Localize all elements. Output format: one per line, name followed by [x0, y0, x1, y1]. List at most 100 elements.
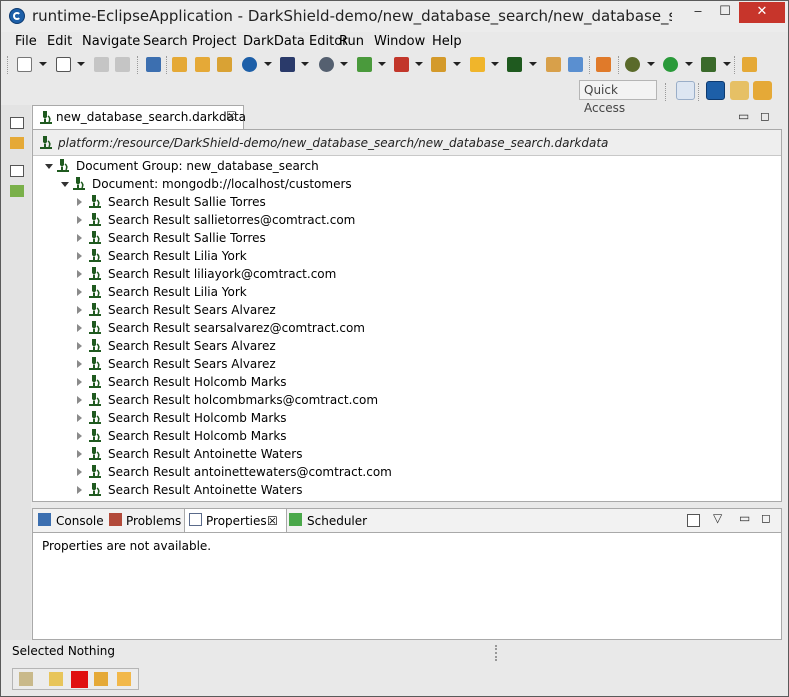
open-folder-icon[interactable] [742, 57, 757, 72]
chevron-down-icon[interactable] [378, 62, 386, 66]
collapsed-twisty-icon[interactable] [77, 288, 82, 296]
stop-icon[interactable] [71, 671, 88, 688]
cube-icon[interactable] [394, 57, 409, 72]
tree-node-search-result[interactable]: Search Result searsalvarez@comtract.com [33, 319, 773, 337]
tree-node-search-result[interactable]: Search Result Sallie Torres [33, 193, 773, 211]
new-file-icon[interactable] [17, 57, 32, 72]
tab-problems[interactable]: Problems [105, 509, 184, 532]
restore-icon[interactable] [10, 165, 24, 177]
collapsed-twisty-icon[interactable] [77, 432, 82, 440]
menu-search[interactable]: Search [143, 34, 188, 49]
collapsed-twisty-icon[interactable] [77, 450, 82, 458]
expanded-twisty-icon[interactable] [61, 182, 69, 187]
tree-node-search-result[interactable]: Search Result holcombmarks@comtract.com [33, 391, 773, 409]
collapsed-twisty-icon[interactable] [77, 378, 82, 386]
collapsed-twisty-icon[interactable] [77, 198, 82, 206]
open-perspective-icon[interactable] [676, 81, 695, 100]
collapsed-twisty-icon[interactable] [77, 324, 82, 332]
stack-icon[interactable] [357, 57, 372, 72]
tools-icon[interactable] [546, 57, 561, 72]
maximize-button[interactable]: ☐ [712, 2, 738, 23]
collapsed-twisty-icon[interactable] [77, 414, 82, 422]
collapsed-twisty-icon[interactable] [77, 486, 82, 494]
debug-icon[interactable] [625, 57, 640, 72]
open-folder-icon[interactable] [217, 57, 232, 72]
save-all-icon[interactable] [115, 57, 130, 72]
close-icon[interactable]: ☒ [267, 514, 278, 528]
status-grip[interactable] [495, 645, 499, 661]
tree-node-document-group[interactable]: Document Group: new_database_search [33, 157, 773, 175]
chevron-down-icon[interactable] [529, 62, 537, 66]
collapsed-twisty-icon[interactable] [77, 360, 82, 368]
tree-node-search-result[interactable]: Search Result Sears Alvarez [33, 355, 773, 373]
save-icon[interactable] [94, 57, 109, 72]
quick-access-input[interactable]: Quick Access [579, 80, 657, 115]
outline-icon[interactable] [10, 185, 24, 197]
menu-project[interactable]: Project [192, 34, 236, 49]
collapsed-twisty-icon[interactable] [77, 252, 82, 260]
chevron-down-icon[interactable] [647, 62, 655, 66]
chevron-down-icon[interactable] [264, 62, 272, 66]
tree-node-search-result[interactable]: Search Result Sallie Torres [33, 229, 773, 247]
chevron-down-icon[interactable] [415, 62, 423, 66]
menu-navigate[interactable]: Navigate [82, 34, 140, 49]
close-button[interactable]: ✕ [739, 2, 785, 23]
bomb-icon[interactable] [319, 57, 334, 72]
pin-view-icon[interactable] [687, 514, 700, 527]
darkshield-perspective-icon[interactable] [706, 81, 725, 100]
move-icon[interactable] [568, 57, 583, 72]
terminal-icon[interactable] [146, 57, 161, 72]
darkshield-icon[interactable] [242, 57, 257, 72]
view-menu-icon[interactable]: ▽ [713, 511, 722, 525]
tree-node-search-result[interactable]: Search Result Antoinette Waters [33, 445, 773, 463]
tab-console[interactable]: Console [33, 509, 105, 532]
chevron-down-icon[interactable] [77, 62, 85, 66]
chevron-down-icon[interactable] [491, 62, 499, 66]
resource-perspective-icon[interactable] [753, 81, 772, 100]
chevron-down-icon[interactable] [685, 62, 693, 66]
wizard-icon[interactable] [280, 57, 295, 72]
collapsed-twisty-icon[interactable] [77, 468, 82, 476]
tab-properties[interactable]: Properties ☒ [184, 509, 287, 532]
chevron-down-icon[interactable] [723, 62, 731, 66]
chevron-down-icon[interactable] [340, 62, 348, 66]
diamond-icon[interactable] [596, 57, 611, 72]
menu-file[interactable]: File [15, 34, 37, 49]
collapsed-twisty-icon[interactable] [77, 342, 82, 350]
menu-edit[interactable]: Edit [47, 34, 72, 49]
tree-node-search-result[interactable]: Search Result antoinettewaters@comtract.… [33, 463, 773, 481]
microscope-icon[interactable] [507, 57, 522, 72]
tree-node-search-result[interactable]: Search Result Antoinette Waters [33, 481, 773, 499]
book-icon[interactable] [49, 672, 63, 686]
minimize-view-icon[interactable]: ▭ [738, 109, 749, 123]
maximize-view-icon[interactable]: ◻ [760, 109, 770, 123]
tab-scheduler[interactable]: Scheduler [285, 509, 367, 532]
graduation-cap-icon[interactable] [94, 672, 108, 686]
menu-run[interactable]: Run [339, 34, 364, 49]
close-icon[interactable]: ☒ [226, 109, 237, 123]
tree-node-search-result[interactable]: Search Result Holcomb Marks [33, 427, 773, 445]
open-folder-icon[interactable] [195, 57, 210, 72]
tree-node-search-result[interactable]: Search Result Sears Alvarez [33, 337, 773, 355]
restore-icon[interactable] [10, 117, 24, 129]
collapsed-twisty-icon[interactable] [77, 216, 82, 224]
open-folder-icon[interactable] [172, 57, 187, 72]
hand-icon[interactable] [19, 672, 33, 686]
menu-darkdata-editor[interactable]: DarkData Editor [243, 34, 348, 49]
maximize-view-icon[interactable]: ◻ [761, 511, 771, 525]
external-tools-icon[interactable] [701, 57, 716, 72]
package-explorer-icon[interactable] [10, 137, 24, 149]
magic-wand-icon[interactable] [117, 672, 131, 686]
chevron-down-icon[interactable] [301, 62, 309, 66]
title-bar[interactable]: runtime-EclipseApplication - DarkShield-… [1, 1, 788, 32]
chevron-down-icon[interactable] [453, 62, 461, 66]
new-document-icon[interactable] [56, 57, 71, 72]
tree-node-search-result[interactable]: Search Result Lilia York [33, 283, 773, 301]
tree-node-search-result[interactable]: Search Result Sears Alvarez [33, 301, 773, 319]
minimize-button[interactable]: ‒ [685, 2, 711, 23]
collapsed-twisty-icon[interactable] [77, 306, 82, 314]
collapsed-twisty-icon[interactable] [77, 270, 82, 278]
chevron-down-icon[interactable] [39, 62, 47, 66]
minimize-view-icon[interactable]: ▭ [739, 511, 750, 525]
tree-node-search-result[interactable]: Search Result Lilia York [33, 247, 773, 265]
